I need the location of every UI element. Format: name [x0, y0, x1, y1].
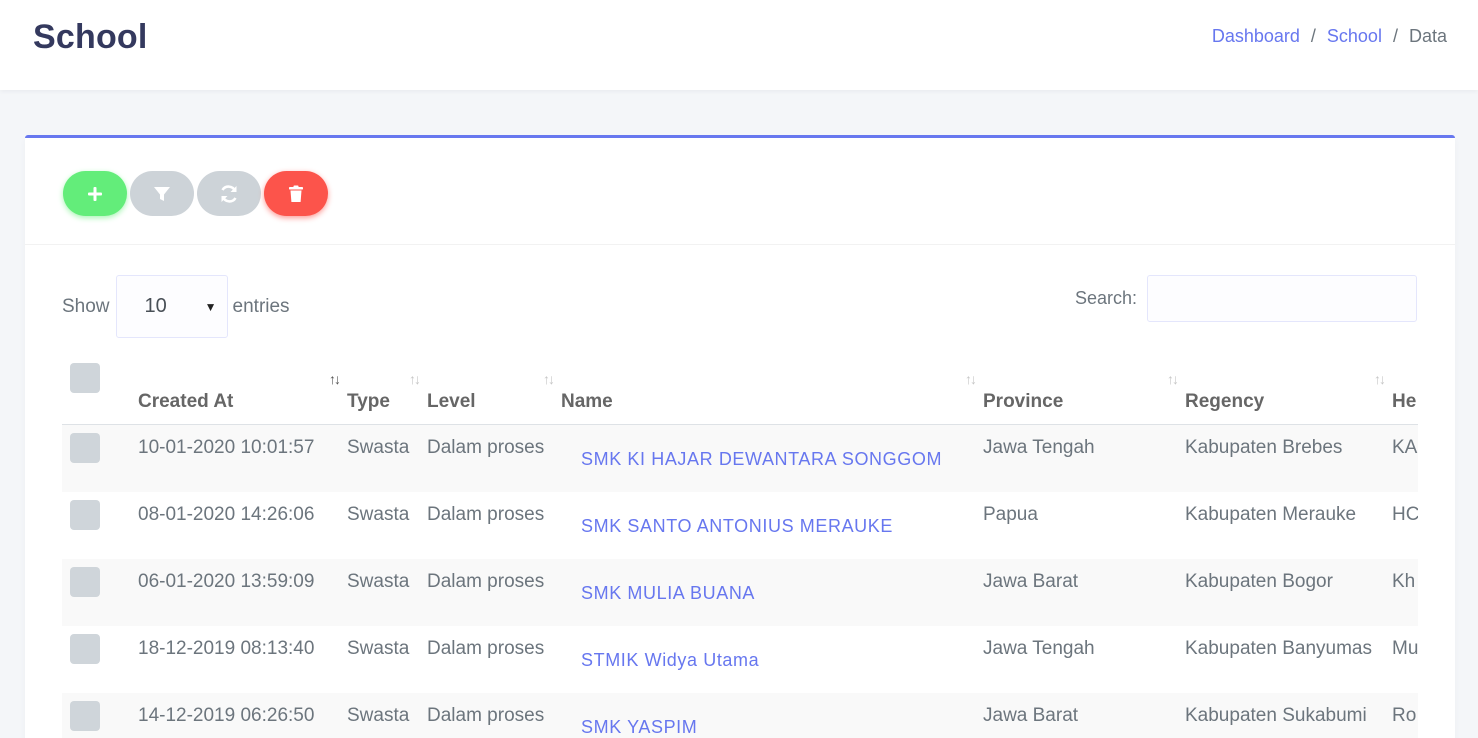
breadcrumb: Dashboard / School / Data: [1212, 26, 1447, 47]
cell-head: KA: [1392, 424, 1418, 492]
column-header-created-at[interactable]: Created At ↑↓: [138, 363, 347, 425]
breadcrumb-dashboard-link[interactable]: Dashboard: [1212, 26, 1300, 47]
school-table-container[interactable]: Created At ↑↓ Type ↑↓ Level ↑↓ Name ↑↓ Provi…: [62, 363, 1418, 738]
cell-type: Swasta: [347, 637, 410, 659]
breadcrumb-separator: /: [1392, 26, 1398, 46]
sort-icon: ↑↓: [409, 371, 421, 387]
entries-per-page-select[interactable]: 10 ▼: [115, 275, 228, 338]
sort-icon: ↑↓: [1374, 371, 1386, 387]
show-label: Show: [62, 295, 110, 317]
cell-type: Swasta: [347, 503, 410, 525]
cell-created-at: 10-01-2020 10:01:57: [138, 424, 347, 492]
school-table: Created At ↑↓ Type ↑↓ Level ↑↓ Name ↑↓ Provi…: [62, 363, 1418, 738]
refresh-icon: [221, 184, 237, 203]
cell-level: Dalam proses: [427, 503, 545, 525]
cell-created-at: 06-01-2020 13:59:09: [138, 558, 347, 626]
cell-province: Jawa Barat: [983, 558, 1185, 626]
cell-level: Dalam proses: [427, 424, 561, 492]
entries-label: entries: [232, 295, 290, 317]
cell-created-at: 14-12-2019 06:26:50: [138, 692, 347, 738]
table-row[interactable]: 18-12-2019 08:13:40 Swasta Dalam proses …: [62, 626, 1418, 693]
cell-level: Dalam proses: [427, 692, 561, 738]
breadcrumb-school-link[interactable]: School: [1327, 26, 1382, 47]
cell-province: Papua: [983, 503, 1038, 525]
school-name-link[interactable]: SMK KI HAJAR DEWANTARA SONGGOM: [581, 449, 942, 469]
column-header-head[interactable]: He: [1392, 363, 1418, 425]
table-row[interactable]: 06-01-2020 13:59:09 Swasta Dalam proses …: [62, 558, 1418, 626]
cell-regency: Kabupaten Banyumas: [1185, 637, 1372, 659]
cell-level: Dalam proses: [427, 637, 545, 659]
cell-head: Kh: [1392, 558, 1418, 626]
column-header-name[interactable]: Name ↑↓: [561, 363, 983, 425]
entries-length-control: Show 10 ▼ entries: [62, 275, 290, 338]
school-name-link[interactable]: SMK YASPIM: [581, 717, 697, 737]
row-checkbox[interactable]: [70, 566, 100, 597]
cell-head: HC: [1392, 503, 1418, 525]
page-header: School Dashboard / School / Data: [0, 0, 1478, 90]
school-name-link[interactable]: SMK SANTO ANTONIUS MERAUKE: [581, 516, 893, 536]
row-checkbox[interactable]: [70, 433, 100, 463]
table-header-row: Created At ↑↓ Type ↑↓ Level ↑↓ Name ↑↓ Provi…: [62, 363, 1418, 425]
search-label: Search:: [1074, 288, 1137, 308]
cell-regency: Kabupaten Merauke: [1185, 503, 1357, 525]
add-button[interactable]: [63, 171, 127, 216]
cell-province: Jawa Tengah: [983, 424, 1185, 492]
cell-regency: Kabupaten Bogor: [1185, 558, 1392, 626]
cell-created-at: 08-01-2020 14:26:06: [138, 503, 315, 525]
search-input[interactable]: [1147, 275, 1417, 322]
column-header-regency[interactable]: Regency ↑↓: [1185, 363, 1392, 425]
column-header-type[interactable]: Type ↑↓: [347, 363, 427, 425]
page-title: School: [33, 18, 148, 56]
cell-head: Ro: [1392, 692, 1418, 738]
cell-type: Swasta: [347, 692, 427, 738]
breadcrumb-current: Data: [1408, 26, 1447, 46]
select-all-header: [62, 363, 138, 425]
select-all-checkbox[interactable]: [70, 363, 100, 393]
row-checkbox[interactable]: [70, 700, 100, 731]
toolbar: [63, 171, 331, 216]
school-name-link[interactable]: STMIK Widya Utama: [581, 650, 759, 670]
plus-icon: [88, 186, 102, 201]
cell-head: Mu: [1392, 637, 1418, 659]
column-header-level[interactable]: Level ↑↓: [427, 363, 561, 425]
cell-type: Swasta: [347, 424, 427, 492]
sort-icon: ↑↓: [1167, 371, 1179, 387]
trash-icon: [289, 185, 303, 202]
row-checkbox[interactable]: [70, 499, 100, 530]
table-row[interactable]: 10-01-2020 10:01:57 Swasta Dalam proses …: [62, 424, 1418, 492]
entries-per-page-value: 10: [144, 295, 167, 317]
table-row[interactable]: 14-12-2019 06:26:50 Swasta Dalam proses …: [62, 692, 1418, 738]
sort-icon: ↑↓: [329, 371, 341, 387]
refresh-button[interactable]: [197, 171, 261, 216]
card-divider: [25, 244, 1455, 245]
filter-button[interactable]: [130, 171, 194, 216]
cell-regency: Kabupaten Brebes: [1185, 424, 1392, 492]
sort-icon: ↑↓: [965, 371, 977, 387]
cell-province: Jawa Tengah: [983, 637, 1095, 659]
filter-icon: [154, 186, 170, 201]
table-search: Search:: [1075, 275, 1417, 322]
sort-icon: ↑↓: [543, 371, 555, 387]
cell-type: Swasta: [347, 558, 427, 626]
school-name-link[interactable]: SMK MULIA BUANA: [581, 583, 755, 603]
table-row[interactable]: 08-01-2020 14:26:06 Swasta Dalam proses …: [62, 492, 1418, 559]
cell-level: Dalam proses: [427, 558, 561, 626]
school-data-card: Show 10 ▼ entries Search: Created At ↑↓ …: [25, 135, 1455, 738]
chevron-down-icon: ▼: [204, 299, 217, 314]
cell-province: Jawa Barat: [983, 692, 1185, 738]
cell-regency: Kabupaten Sukabumi: [1185, 692, 1392, 738]
column-header-province[interactable]: Province ↑↓: [983, 363, 1185, 425]
row-checkbox[interactable]: [70, 633, 100, 664]
breadcrumb-separator: /: [1310, 26, 1316, 46]
delete-button[interactable]: [264, 171, 328, 216]
cell-created-at: 18-12-2019 08:13:40: [138, 637, 315, 659]
